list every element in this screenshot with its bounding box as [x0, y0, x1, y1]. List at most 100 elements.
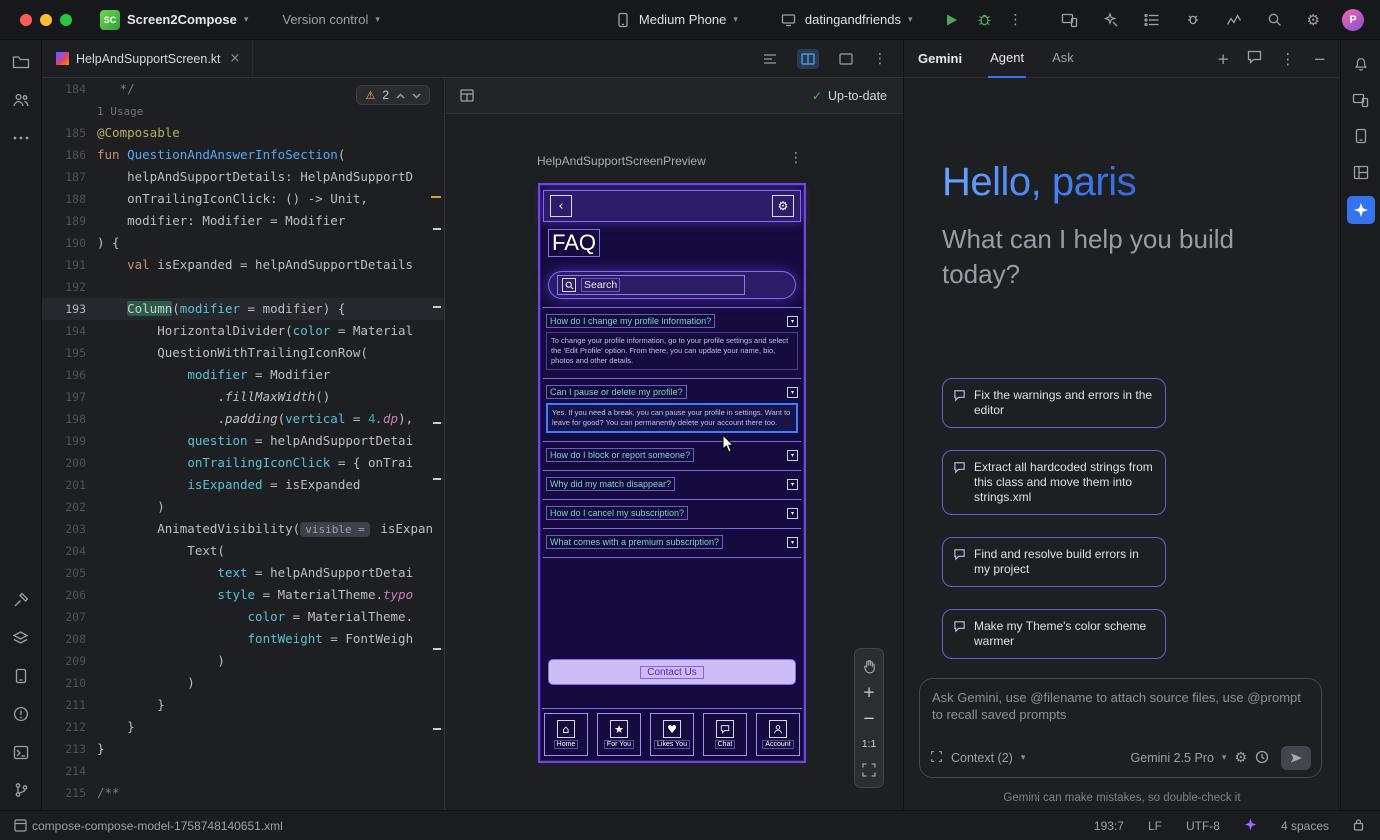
line-number[interactable]: 202 [42, 496, 86, 518]
design-view-button[interactable] [835, 49, 857, 69]
expand-icon[interactable]: ▾ [787, 479, 798, 490]
faq-item[interactable]: How do I change my profile information?▾… [543, 307, 801, 378]
code-line[interactable]: 196 modifier = Modifier [42, 364, 444, 386]
inspections-widget[interactable]: ⚠ 2 [356, 85, 430, 105]
line-number[interactable]: 193 [42, 298, 86, 320]
lock-icon[interactable] [1353, 818, 1364, 834]
code-line[interactable]: 204 Text( [42, 540, 444, 562]
line-number[interactable]: 196 [42, 364, 86, 386]
code-line[interactable]: 197 .fillMaxWidth() [42, 386, 444, 408]
phone-preview-surface[interactable]: ‹ ⚙ FAQ Search How do I change my profil… [538, 183, 806, 763]
version-control-icon[interactable] [8, 778, 34, 802]
conversations-icon[interactable] [1247, 50, 1262, 68]
more-actions-icon[interactable]: ⋮ [1009, 12, 1023, 28]
line-number[interactable]: 200 [42, 452, 86, 474]
more-tools-icon[interactable] [8, 126, 34, 150]
preview-menu-icon[interactable]: ⋮ [789, 150, 803, 166]
nav-item-chat[interactable]: Chat [703, 713, 747, 756]
code-line[interactable]: 215/** [42, 782, 444, 804]
code-line[interactable]: 214 [42, 760, 444, 782]
profiler-icon[interactable] [1225, 11, 1243, 29]
code-line[interactable]: 209 ) [42, 650, 444, 672]
pan-hand-icon[interactable] [855, 653, 883, 679]
code-line[interactable]: 194 HorizontalDivider(color = Material [42, 320, 444, 342]
code-line[interactable]: 190) { [42, 232, 444, 254]
status-file-widget[interactable]: compose-compose-model-1758748140651.xml [14, 819, 283, 833]
line-number[interactable]: 203 [42, 518, 86, 540]
line-number[interactable]: 187 [42, 166, 86, 188]
run-config-selector[interactable]: datingandfriends ▾ [780, 11, 913, 29]
project-folder-icon[interactable] [8, 50, 34, 74]
split-view-button[interactable] [797, 49, 819, 69]
history-icon[interactable] [1255, 750, 1269, 767]
editor-options-icon[interactable]: ⋮ [873, 51, 887, 67]
notifications-bell-icon[interactable] [1348, 52, 1374, 76]
editor-tab[interactable]: HelpAndSupportScreen.kt × [42, 40, 253, 77]
code-line[interactable]: 195 QuestionWithTrailingIconRow( [42, 342, 444, 364]
new-chat-icon[interactable]: + [1217, 50, 1230, 68]
line-number[interactable]: 207 [42, 606, 86, 628]
line-number[interactable]: 190 [42, 232, 86, 254]
send-button[interactable] [1281, 746, 1311, 770]
search-field[interactable]: Search [557, 275, 745, 295]
model-selector[interactable]: Gemini 2.5 Pro [1131, 751, 1214, 765]
line-number[interactable]: 201 [42, 474, 86, 496]
code-editor[interactable]: 184 */1 Usage185@Composable186fun Questi… [42, 78, 445, 810]
project-selector[interactable]: SC Screen2Compose ▾ [100, 10, 248, 30]
ai-status-icon[interactable] [1244, 818, 1257, 834]
code-line[interactable]: 210 ) [42, 672, 444, 694]
device-selector[interactable]: Medium Phone ▾ [614, 11, 738, 29]
layout-inspector-icon[interactable] [1348, 160, 1374, 184]
nav-item-home[interactable]: ⌂Home [544, 713, 588, 756]
code-line[interactable]: 191 val isExpanded = helpAndSupportDetai… [42, 254, 444, 276]
running-devices-icon[interactable] [1061, 11, 1079, 29]
device-explorer-icon[interactable] [8, 664, 34, 688]
minimize-window-button[interactable] [40, 14, 52, 26]
code-line[interactable]: 189 modifier: Modifier = Modifier [42, 210, 444, 232]
code-line[interactable]: 201 isExpanded = isExpanded [42, 474, 444, 496]
nav-item-for-you[interactable]: ★For You [597, 713, 641, 756]
next-issue-icon[interactable] [412, 88, 421, 102]
line-number[interactable]: 192 [42, 276, 86, 298]
run-button[interactable] [943, 11, 961, 29]
suggestion-card[interactable]: Extract all hardcoded strings from this … [942, 450, 1166, 515]
line-number[interactable]: 213 [42, 738, 86, 760]
line-number[interactable]: 204 [42, 540, 86, 562]
close-tab-icon[interactable]: × [230, 51, 241, 66]
error-stripe[interactable] [438, 78, 442, 810]
faq-item[interactable]: How do I block or report someone?▾ [543, 441, 801, 470]
line-number[interactable]: 211 [42, 694, 86, 716]
line-number[interactable]: 186 [42, 144, 86, 166]
vcs-selector[interactable]: Version control ▾ [282, 12, 380, 27]
zoom-out-icon[interactable]: − [855, 705, 883, 731]
caret-position[interactable]: 193:7 [1094, 819, 1124, 833]
maximize-window-button[interactable] [60, 14, 72, 26]
expand-icon[interactable]: ▾ [787, 537, 798, 548]
app-inspection-icon[interactable] [1184, 11, 1202, 29]
line-separator[interactable]: LF [1148, 819, 1162, 833]
code-line[interactable]: 198 .padding(vertical = 4.dp), [42, 408, 444, 430]
preview-grid-icon[interactable] [458, 87, 476, 105]
line-number[interactable]: 198 [42, 408, 86, 430]
line-number[interactable]: 208 [42, 628, 86, 650]
build-variants-icon[interactable] [8, 626, 34, 650]
nav-item-likes-you[interactable]: ♥Likes You [650, 713, 694, 756]
expand-icon[interactable]: ▾ [787, 450, 798, 461]
zoom-in-icon[interactable]: + [855, 679, 883, 705]
line-number[interactable]: 209 [42, 650, 86, 672]
search-everywhere-icon[interactable] [1266, 11, 1284, 29]
line-number[interactable]: 197 [42, 386, 86, 408]
code-line[interactable]: 206 style = MaterialTheme.typo [42, 584, 444, 606]
zoom-to-fit-icon[interactable] [855, 757, 883, 783]
code-line[interactable]: 208 fontWeight = FontWeigh [42, 628, 444, 650]
device-manager-icon[interactable] [1348, 124, 1374, 148]
ai-transform-icon[interactable] [1102, 11, 1120, 29]
zoom-ratio-button[interactable]: 1:1 [855, 731, 883, 757]
line-number[interactable]: 212 [42, 716, 86, 738]
line-number[interactable]: 215 [42, 782, 86, 804]
previous-issue-icon[interactable] [396, 88, 405, 102]
code-line[interactable]: 185@Composable [42, 122, 444, 144]
line-number[interactable]: 194 [42, 320, 86, 342]
line-number[interactable]: 191 [42, 254, 86, 276]
todo-list-icon[interactable] [1143, 11, 1161, 29]
